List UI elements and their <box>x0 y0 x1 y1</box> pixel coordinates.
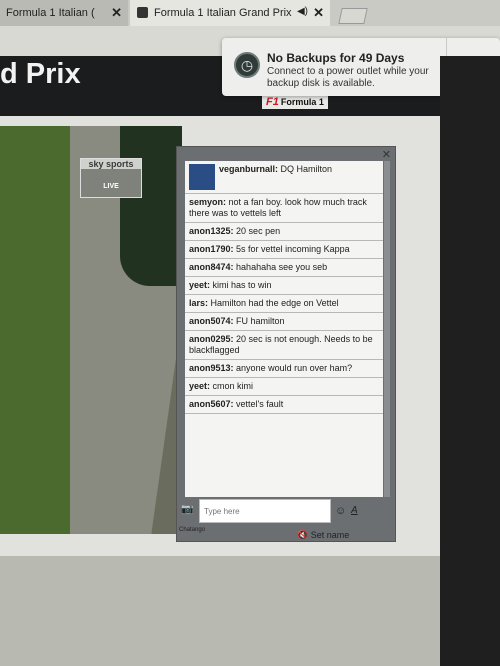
message-text: vettel's fault <box>236 399 284 409</box>
audio-icon[interactable]: ◀) <box>297 6 308 17</box>
tab-formula1-italian[interactable]: Formula 1 Italian ( ✕ <box>0 0 128 26</box>
message-user[interactable]: veganburnall: <box>219 164 278 174</box>
set-name-label: Set name <box>310 530 350 540</box>
f1-mark-icon: F1 <box>266 96 279 108</box>
message-user[interactable]: yeet: <box>189 381 210 391</box>
monitor-bezel <box>440 56 500 666</box>
chat-message: anon8474: hahahaha see you seb <box>185 259 383 277</box>
message-user[interactable]: anon5607: <box>189 399 234 409</box>
message-user[interactable]: lars: <box>189 298 208 308</box>
chat-message: anon9513: anyone would run over ham? <box>185 360 383 378</box>
chat-message: lars: Hamilton had the edge on Vettel <box>185 295 383 313</box>
chat-message: anon1790: 5s for vettel incoming Kappa <box>185 241 383 259</box>
chat-input[interactable] <box>199 499 331 523</box>
chat-message: yeet: cmon kimi <box>185 378 383 396</box>
message-text: anyone would run over ham? <box>236 363 353 373</box>
chat-message: yeet: kimi has to win <box>185 277 383 295</box>
message-text: cmon kimi <box>212 381 254 391</box>
chat-box: ✕ veganburnall: DQ Hamilton semyon: not a… <box>176 146 396 542</box>
grass <box>0 126 70 534</box>
chat-message: anon5074: FU hamilton <box>185 313 383 331</box>
close-icon[interactable]: ✕ <box>313 5 324 21</box>
message-user[interactable]: anon1325: <box>189 226 234 236</box>
chat-message: anon0295: 20 sec is not enough. Needs to… <box>185 331 383 360</box>
chat-message: anon5607: vettel's fault <box>185 396 383 414</box>
favicon-icon <box>137 7 148 18</box>
message-user[interactable]: anon9513: <box>189 363 234 373</box>
page-bottom <box>0 556 440 666</box>
camera-icon[interactable]: 📷 <box>181 504 193 515</box>
chat-brand: Chatango <box>179 527 206 533</box>
notification-body: Connect to a power outlet while your bac… <box>267 66 429 89</box>
overlay-live: LIVE <box>103 183 119 190</box>
message-text: Hamilton had the edge on Vettel <box>210 298 339 308</box>
close-icon[interactable]: ✕ <box>382 148 391 161</box>
set-name-button[interactable]: 🔇 Set name <box>297 530 349 541</box>
message-list: veganburnall: DQ Hamilton semyon: not a f… <box>185 161 383 497</box>
f1-logo: F1 Formula 1 <box>262 95 328 109</box>
format-icon[interactable]: A <box>351 505 358 516</box>
tab-label: Formula 1 Italian ( <box>6 7 95 19</box>
notification-title: No Backups for 49 Days <box>267 51 405 65</box>
tab-formula1-grand-prix[interactable]: Formula 1 Italian Grand Prix ◀) ✕ <box>130 0 330 26</box>
message-text: DQ Hamilton <box>280 164 333 174</box>
message-text: kimi has to win <box>212 280 272 290</box>
tab-bar: Formula 1 Italian ( ✕ Formula 1 Italian … <box>0 0 500 26</box>
message-user[interactable]: semyon: <box>189 197 226 207</box>
message-user[interactable]: anon1790: <box>189 244 234 254</box>
emoji-icon[interactable]: ☺ <box>335 505 346 517</box>
message-text: FU hamilton <box>236 316 285 326</box>
close-icon[interactable]: ✕ <box>111 5 122 21</box>
chat-message: anon1325: 20 sec pen <box>185 223 383 241</box>
chat-message: semyon: not a fan boy. look how much tra… <box>185 194 383 223</box>
tab-label: Formula 1 Italian Grand Prix <box>154 7 292 19</box>
chat-scrollbar[interactable] <box>384 161 390 497</box>
time-machine-icon: ◷ <box>234 52 260 78</box>
message-text: 20 sec pen <box>236 226 281 236</box>
user-avatar[interactable] <box>189 164 215 190</box>
chat-message: veganburnall: DQ Hamilton <box>185 161 383 194</box>
overlay-brand: sky sports <box>81 159 141 169</box>
sky-sports-overlay: sky sports LIVE <box>80 158 142 198</box>
message-text: 5s for vettel incoming Kappa <box>236 244 350 254</box>
message-user[interactable]: anon0295: <box>189 334 234 344</box>
page-title: d Prix <box>0 58 81 90</box>
message-text: hahahaha see you seb <box>236 262 328 272</box>
message-user[interactable]: yeet: <box>189 280 210 290</box>
message-user[interactable]: anon5074: <box>189 316 234 326</box>
trees <box>120 126 182 286</box>
logo-text: Formula 1 <box>280 97 324 107</box>
message-user[interactable]: anon8474: <box>189 262 234 272</box>
new-tab-button[interactable] <box>338 8 368 24</box>
